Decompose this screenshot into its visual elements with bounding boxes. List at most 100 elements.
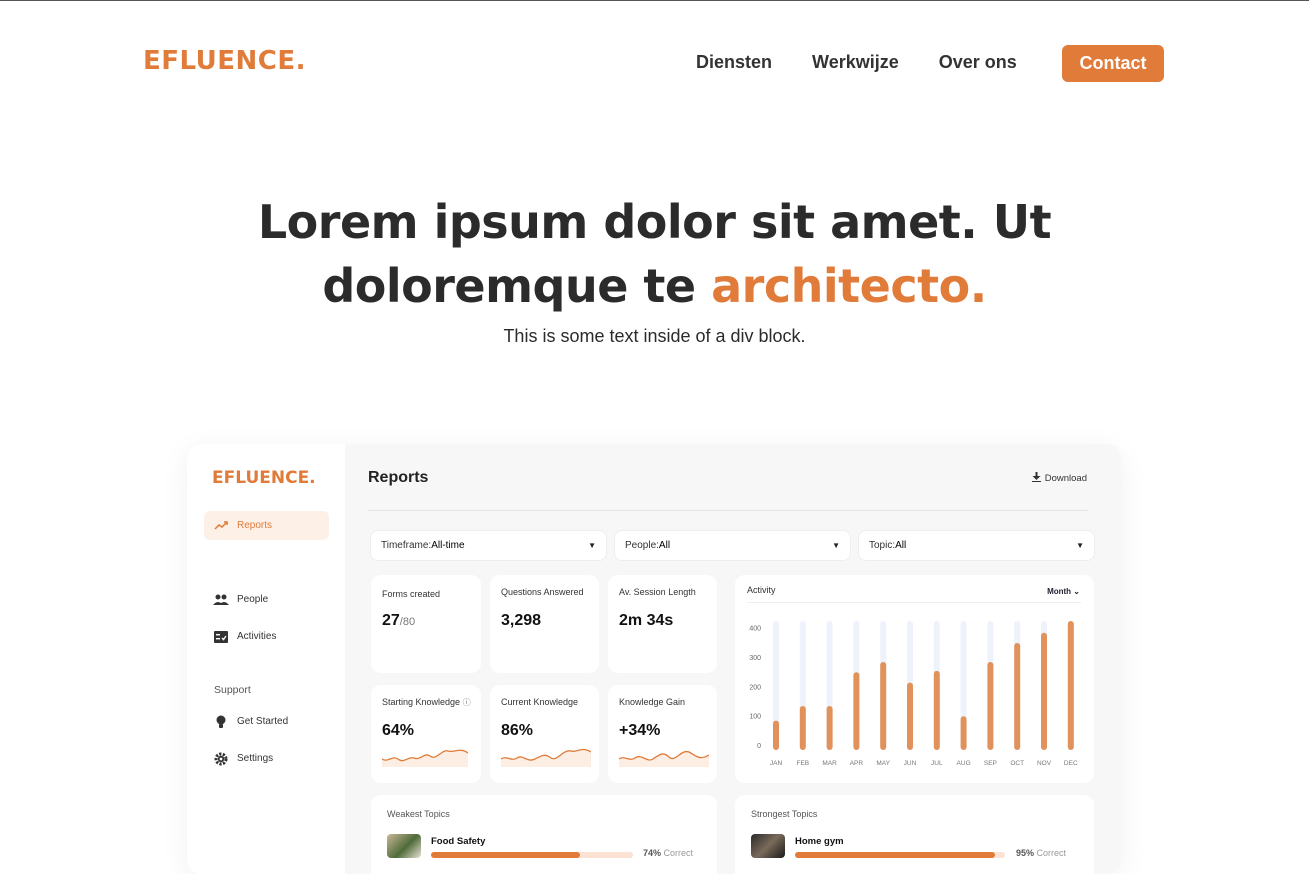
people-filter[interactable]: People: All ▼ xyxy=(614,530,851,561)
x-tick-label: JAN xyxy=(770,760,783,767)
brand-logo[interactable]: EFLUENCE. xyxy=(143,46,306,76)
topic-thumbnail xyxy=(387,834,421,858)
bar-may[interactable] xyxy=(880,662,887,750)
bar-dec[interactable] xyxy=(1067,621,1074,750)
topic-score: 74% Correct xyxy=(643,848,693,858)
stat-label: Questions Answered xyxy=(501,587,584,597)
topic-progress xyxy=(431,852,633,858)
x-tick-label: APR xyxy=(850,760,864,767)
trending-up-icon xyxy=(213,518,229,534)
topics-label: Strongest Topics xyxy=(751,809,818,819)
topic-filter[interactable]: Topic: All ▼ xyxy=(858,530,1095,561)
timeframe-filter[interactable]: Timeframe: All-time ▼ xyxy=(370,530,607,561)
sparkline xyxy=(501,748,591,767)
hero-title-line2: doloremque te xyxy=(322,259,712,313)
main-nav: Diensten Werkwijze Over ons xyxy=(696,52,1057,73)
stat-label: Forms created xyxy=(382,589,441,599)
dashboard-main: Reports Download Timeframe: All-time ▼ P… xyxy=(345,444,1121,874)
y-tick-label: 300 xyxy=(749,655,761,662)
sidebar-item-label: Settings xyxy=(237,753,274,764)
nav-over-ons[interactable]: Over ons xyxy=(939,52,1017,73)
stat-card-starting-knowledge: Starting Knowledge ⓘ 64% xyxy=(371,685,481,783)
stat-label: Starting Knowledge ⓘ xyxy=(382,697,471,708)
stat-value: 86% xyxy=(501,722,534,739)
topic-name: Food Safety xyxy=(431,836,486,847)
info-icon[interactable]: ⓘ xyxy=(463,698,471,707)
x-tick-label: MAR xyxy=(822,760,837,767)
caret-down-icon: ▼ xyxy=(1076,541,1084,550)
stat-value: 27/80 xyxy=(382,612,415,630)
stat-label: Current Knowledge xyxy=(501,697,579,707)
topic-suffix: Correct xyxy=(661,848,694,858)
caret-down-icon: ▼ xyxy=(588,541,596,550)
bar-jun[interactable] xyxy=(907,682,913,750)
topic-progress xyxy=(795,852,1005,858)
nav-diensten[interactable]: Diensten xyxy=(696,52,772,73)
people-icon xyxy=(213,592,229,608)
dashboard-logo: EFLUENCE. xyxy=(212,468,316,488)
topics-label: Weakest Topics xyxy=(387,809,450,819)
sidebar-item-reports[interactable]: Reports xyxy=(204,511,329,540)
stat-value: 2m 34s xyxy=(619,612,674,629)
filter-label: People: xyxy=(625,540,659,551)
bar-mar[interactable] xyxy=(826,706,833,750)
bar-feb[interactable] xyxy=(799,706,806,750)
checklist-icon xyxy=(213,629,229,645)
strongest-topics-card: Strongest Topics Home gym 95% Correct xyxy=(735,795,1094,874)
topic-score: 95% Correct xyxy=(1016,848,1066,858)
topic-percent: 74% xyxy=(643,848,662,858)
download-label: Download xyxy=(1044,473,1087,484)
lightbulb-icon xyxy=(213,714,229,730)
sidebar-item-settings[interactable]: Settings xyxy=(204,744,329,773)
stat-card-questions: Questions Answered 3,298 xyxy=(490,575,599,673)
divider xyxy=(368,510,1088,511)
x-tick-label: SEP xyxy=(984,760,997,767)
hero-title: Lorem ipsum dolor sit amet. Ut doloremqu… xyxy=(0,190,1309,318)
sidebar-item-get-started[interactable]: Get Started xyxy=(204,707,329,736)
filter-value: All xyxy=(658,540,671,551)
x-tick-label: MAY xyxy=(876,760,890,767)
bar-jan[interactable] xyxy=(773,720,779,750)
bar-apr[interactable] xyxy=(853,672,860,750)
topic-progress-fill xyxy=(431,852,581,858)
x-tick-label: JUN xyxy=(904,760,917,767)
stat-label-text: Starting Knowledge xyxy=(382,697,461,707)
sidebar-item-activities[interactable]: Activities xyxy=(204,622,329,651)
x-tick-label: OCT xyxy=(1010,760,1024,767)
stat-card-knowledge-gain: Knowledge Gain +34% xyxy=(608,685,717,783)
bar-jul[interactable] xyxy=(933,670,940,750)
sidebar-item-people[interactable]: People xyxy=(204,585,329,614)
bar-sep[interactable] xyxy=(987,662,994,750)
x-tick-label: NOV xyxy=(1037,760,1052,767)
sidebar-item-label: Activities xyxy=(237,631,277,642)
page-title: Reports xyxy=(368,469,429,486)
download-button[interactable]: Download xyxy=(1031,472,1087,485)
sparkline xyxy=(382,749,469,767)
hero-title-accent: architecto. xyxy=(711,259,987,313)
filter-label: Topic: xyxy=(869,540,896,551)
stat-label: Av. Session Length xyxy=(619,587,696,597)
hero: Lorem ipsum dolor sit amet. Ut doloremqu… xyxy=(0,190,1309,347)
topic-name: Home gym xyxy=(795,836,844,847)
x-tick-label: FEB xyxy=(796,760,809,767)
nav-werkwijze[interactable]: Werkwijze xyxy=(812,52,899,73)
top-border xyxy=(0,0,1309,1)
topic-suffix: Correct xyxy=(1034,848,1067,858)
stat-total: /80 xyxy=(399,616,416,628)
y-tick-label: 0 xyxy=(757,743,761,750)
bar-oct[interactable] xyxy=(1014,642,1021,750)
x-tick-label: AUG xyxy=(957,760,971,767)
activity-chart-card: Activity Month ⌄ 0 100 200 300 400 JAN FEB MAR A… xyxy=(735,575,1094,783)
contact-button[interactable]: Contact xyxy=(1062,45,1164,82)
hero-title-line1: Lorem ipsum dolor sit amet. Ut xyxy=(257,195,1052,249)
filter-value: All-time xyxy=(431,540,465,551)
bar-aug[interactable] xyxy=(960,716,967,750)
topic-percent: 95% xyxy=(1016,848,1035,858)
y-tick-label: 200 xyxy=(749,684,761,691)
caret-down-icon: ▼ xyxy=(832,541,840,550)
sidebar-item-label: Reports xyxy=(237,520,273,531)
weakest-topics-card: Weakest Topics Food Safety 74% Correct xyxy=(371,795,717,874)
topic-progress-fill xyxy=(795,852,995,858)
bar-nov[interactable] xyxy=(1041,632,1047,750)
stat-card-current-knowledge: Current Knowledge 86% xyxy=(490,685,599,783)
